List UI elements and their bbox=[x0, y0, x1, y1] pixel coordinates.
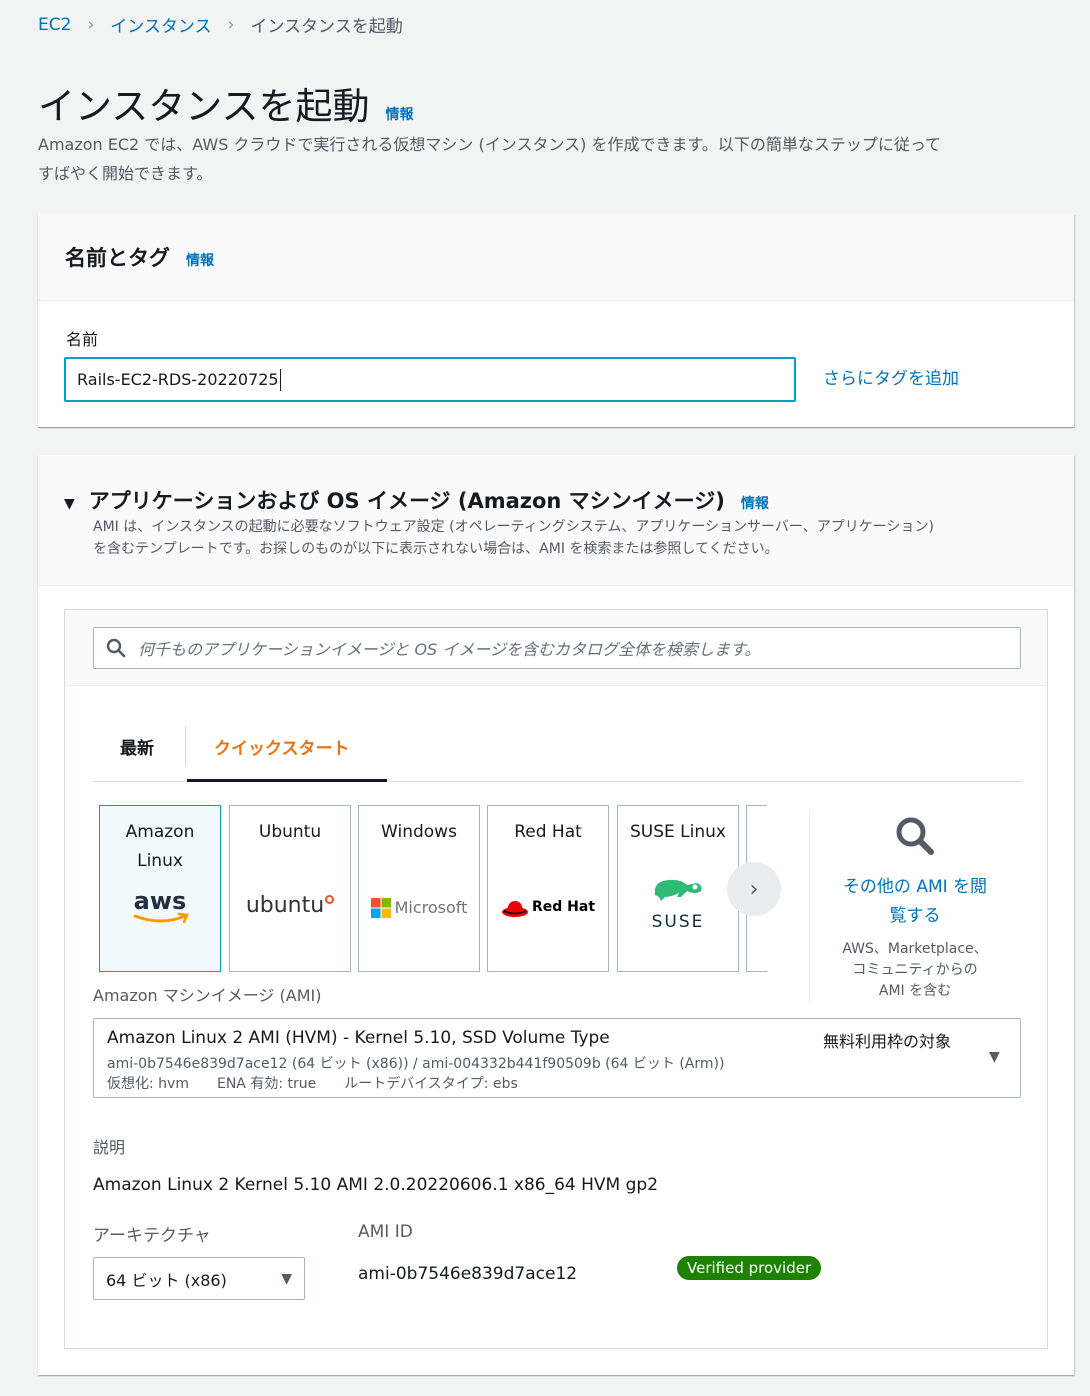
ami-attributes: 仮想化: hvm ENA 有効: true ルートデバイスタイプ: ebs bbox=[107, 1076, 518, 1092]
name-tags-info-link[interactable]: 情報 bbox=[186, 250, 214, 270]
chevron-right-icon: › bbox=[749, 876, 759, 902]
name-label: 名前 bbox=[66, 330, 99, 349]
intro-line-2: すばやく開始できます。 bbox=[38, 164, 213, 183]
name-tags-header: 名前とタグ 情報 bbox=[38, 214, 1074, 301]
ami-id-value: ami-0b7546e839d7ace12 bbox=[358, 1264, 578, 1284]
ami-tile-ubuntu[interactable]: Ubuntu ubuntu bbox=[229, 805, 351, 972]
ami-select-label: Amazon マシンイメージ (AMI) bbox=[93, 986, 322, 1005]
ami-desc-line-1: AMI は、インスタンスの起動に必要なソフトウェア設定 (オペレーティングシステ… bbox=[93, 519, 934, 535]
tile-label: SUSE Linux bbox=[630, 822, 726, 842]
tile-label: Amazon bbox=[125, 822, 195, 842]
ami-tile-suse[interactable]: SUSE Linux SUSE bbox=[617, 805, 739, 972]
caret-down-icon: ▼ bbox=[281, 1270, 292, 1287]
architecture-select[interactable]: 64 ビット (x86) ▼ bbox=[93, 1257, 305, 1300]
aws-logo-icon: aws bbox=[100, 888, 220, 932]
architecture-value: 64 ビット (x86) bbox=[106, 1270, 227, 1290]
carousel-next-button[interactable]: › bbox=[727, 862, 781, 916]
description-value: Amazon Linux 2 Kernel 5.10 AMI 2.0.20220… bbox=[93, 1175, 659, 1195]
browse-more-subtext: AWS、Marketplace、 コミュニティからの AMI を含む bbox=[842, 941, 988, 999]
ami-id-label: AMI ID bbox=[358, 1222, 413, 1242]
ami-search-bar: 何千ものアプリケーションイメージと OS イメージを含むカタログ全体を検索します… bbox=[65, 610, 1047, 686]
suse-logo-icon: SUSE bbox=[618, 875, 738, 931]
tile-label: Ubuntu bbox=[258, 822, 322, 842]
ami-desc-line-2: を含むテンプレートです。お探しのものが以下に表示されない場合は、AMI を検索ま… bbox=[93, 541, 779, 557]
tab-divider bbox=[185, 726, 186, 766]
description-label: 説明 bbox=[93, 1138, 126, 1157]
intro-line-1: Amazon EC2 では、AWS クラウドで実行される仮想マシン (インスタン… bbox=[38, 135, 942, 154]
caret-down-icon: ▼ bbox=[64, 496, 75, 512]
browse-more-amis: その他の AMI を閲 覧する AWS、Marketplace、 コミュニティか… bbox=[825, 815, 1005, 1002]
free-tier-label: 無料利用枠の対象 bbox=[823, 1032, 952, 1051]
ami-title: アプリケーションおよび OS イメージ (Amazon マシンイメージ) bbox=[88, 489, 725, 513]
name-input-value: Rails-EC2-RDS-20220725 bbox=[77, 370, 279, 389]
tile-divider bbox=[809, 810, 810, 1003]
ami-info-link[interactable]: 情報 bbox=[741, 493, 769, 513]
search-icon bbox=[106, 638, 126, 658]
breadcrumb-ec2[interactable]: EC2 bbox=[38, 15, 71, 35]
ami-tile-amazon-linux[interactable]: Amazon Linux aws bbox=[99, 805, 221, 972]
chevron-right-icon: › bbox=[87, 14, 95, 35]
ubuntu-logo-icon: ubuntu bbox=[230, 891, 350, 920]
search-placeholder: 何千ものアプリケーションイメージと OS イメージを含むカタログ全体を検索します… bbox=[138, 640, 761, 659]
page-title: インスタンスを起動 情報 bbox=[38, 76, 414, 130]
text-caret bbox=[279, 368, 281, 391]
tab-recent[interactable]: 最新 bbox=[120, 734, 154, 759]
ami-tile-windows[interactable]: Windows Microsoft bbox=[358, 805, 480, 972]
ami-ids: ami-0b7546e839d7ace12 (64 ビット (x86)) / a… bbox=[107, 1056, 725, 1072]
breadcrumb-instances[interactable]: インスタンス bbox=[110, 12, 211, 37]
caret-down-icon: ▼ bbox=[989, 1049, 1000, 1065]
ami-search-input[interactable]: 何千ものアプリケーションイメージと OS イメージを含むカタログ全体を検索します… bbox=[93, 627, 1021, 669]
name-tags-panel: 名前とタグ 情報 名前 Rails-EC2-RDS-20220725 さらにタグ… bbox=[38, 214, 1074, 427]
search-icon bbox=[896, 817, 934, 855]
architecture-label: アーキテクチャ bbox=[93, 1226, 211, 1246]
browse-more-link[interactable]: その他の AMI を閲 覧する bbox=[825, 873, 1005, 931]
tab-quickstart[interactable]: クイックスタート bbox=[214, 734, 350, 759]
ami-name: Amazon Linux 2 AMI (HVM) - Kernel 5.10, … bbox=[107, 1028, 610, 1048]
ami-title-row[interactable]: ▼ アプリケーションおよび OS イメージ (Amazon マシンイメージ) 情… bbox=[64, 485, 769, 515]
add-tags-link[interactable]: さらにタグを追加 bbox=[823, 364, 959, 389]
ami-tile-redhat[interactable]: Red Hat Red Hat bbox=[487, 805, 609, 972]
ami-select[interactable]: Amazon Linux 2 AMI (HVM) - Kernel 5.10, … bbox=[93, 1018, 1021, 1098]
breadcrumb: EC2 › インスタンス › インスタンスを起動 bbox=[38, 12, 403, 38]
name-input[interactable]: Rails-EC2-RDS-20220725 bbox=[64, 357, 796, 402]
microsoft-logo-icon: Microsoft bbox=[359, 893, 479, 922]
ami-description: AMI は、インスタンスの起動に必要なソフトウェア設定 (オペレーティングシステ… bbox=[93, 516, 934, 560]
tile-label: Linux bbox=[137, 851, 183, 871]
redhat-logo-icon: Red Hat bbox=[488, 893, 608, 922]
tile-label: Windows bbox=[381, 822, 457, 842]
ami-panel: ▼ アプリケーションおよび OS イメージ (Amazon マシンイメージ) 情… bbox=[38, 455, 1074, 1375]
page-intro: Amazon EC2 では、AWS クラウドで実行される仮想マシン (インスタン… bbox=[38, 130, 1078, 188]
page-title-text: インスタンスを起動 bbox=[38, 85, 370, 128]
breadcrumb-current: インスタンスを起動 bbox=[250, 17, 403, 37]
tile-label: Red Hat bbox=[514, 822, 582, 842]
ami-header: ▼ アプリケーションおよび OS イメージ (Amazon マシンイメージ) 情… bbox=[38, 455, 1074, 586]
name-tags-title: 名前とタグ bbox=[65, 246, 170, 270]
verified-provider-badge: Verified provider bbox=[677, 1256, 822, 1280]
chevron-right-icon: › bbox=[227, 14, 235, 35]
tab-active-indicator bbox=[187, 779, 387, 782]
ami-catalog: 何千ものアプリケーションイメージと OS イメージを含むカタログ全体を検索します… bbox=[64, 609, 1048, 1349]
page-info-link[interactable]: 情報 bbox=[386, 104, 414, 124]
